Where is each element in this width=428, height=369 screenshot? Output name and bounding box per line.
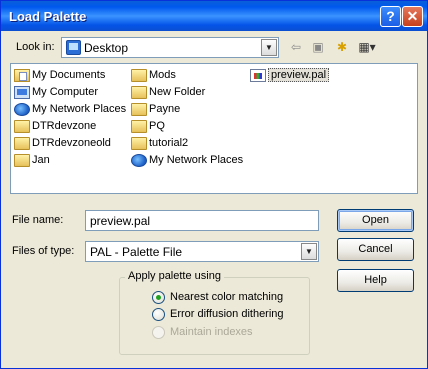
up-folder-icon[interactable]: ▣ xyxy=(309,39,327,55)
list-item[interactable]: Jan xyxy=(14,153,50,168)
folder-icon xyxy=(131,86,147,99)
folder-icon xyxy=(14,154,30,167)
palette-file-icon xyxy=(250,69,266,82)
radio-error-diffusion[interactable] xyxy=(152,308,165,321)
apply-palette-title: Apply palette using xyxy=(125,270,224,282)
list-item[interactable]: My Network Places xyxy=(131,153,243,168)
cancel-button[interactable]: Cancel xyxy=(337,238,414,261)
new-folder-icon[interactable]: ✱ xyxy=(333,39,351,55)
folder-icon xyxy=(131,69,147,82)
load-palette-dialog: Load Palette ? ✕ Look in: Desktop ▼ ⇦ ▣ … xyxy=(0,0,428,369)
network-places-icon xyxy=(131,154,147,167)
list-item[interactable]: My Documents xyxy=(14,68,105,83)
folder-icon xyxy=(131,103,147,116)
my-computer-icon xyxy=(14,86,30,99)
desktop-icon xyxy=(66,40,81,55)
file-name-input[interactable]: preview.pal xyxy=(85,210,319,231)
file-type-combo[interactable]: PAL - Palette File ▼ xyxy=(85,241,319,262)
title-bar[interactable]: Load Palette ? ✕ xyxy=(1,1,427,31)
list-item[interactable]: Payne xyxy=(131,102,180,117)
open-button[interactable]: Open xyxy=(337,209,414,232)
help-title-button[interactable]: ? xyxy=(380,6,401,27)
folder-icon xyxy=(131,137,147,150)
list-item[interactable]: DTRdevzoneold xyxy=(14,136,111,151)
chevron-down-icon[interactable]: ▼ xyxy=(301,243,317,260)
list-item[interactable]: tutorial2 xyxy=(131,136,188,151)
file-list[interactable]: My Documents My Computer My Network Plac… xyxy=(10,63,418,194)
look-in-combo[interactable]: Desktop ▼ xyxy=(61,37,279,58)
help-button[interactable]: Help xyxy=(337,269,414,292)
look-in-label: Look in: xyxy=(16,41,55,53)
list-item[interactable]: Mods xyxy=(131,68,176,83)
list-item[interactable]: PQ xyxy=(131,119,165,134)
list-item[interactable]: New Folder xyxy=(131,85,205,100)
folder-icon xyxy=(14,137,30,150)
back-icon[interactable]: ⇦ xyxy=(287,39,305,55)
file-name-label: File name: xyxy=(12,214,64,226)
list-item[interactable]: My Network Places xyxy=(14,102,126,117)
list-item[interactable]: My Computer xyxy=(14,85,98,100)
look-in-value: Desktop xyxy=(84,41,129,55)
radio-maintain-indexes-label: Maintain indexes xyxy=(170,326,253,338)
window-title: Load Palette xyxy=(9,9,87,24)
radio-maintain-indexes xyxy=(152,326,165,339)
file-type-value: PAL - Palette File xyxy=(90,245,183,259)
file-type-label: Files of type: xyxy=(12,245,75,257)
view-menu-icon[interactable]: ▦▾ xyxy=(355,39,379,55)
folder-icon xyxy=(14,120,30,133)
network-places-icon xyxy=(14,103,30,116)
my-documents-icon xyxy=(14,69,30,82)
chevron-down-icon[interactable]: ▼ xyxy=(261,39,277,56)
list-item[interactable]: DTRdevzone xyxy=(14,119,96,134)
list-item-selected[interactable]: preview.pal xyxy=(250,68,330,83)
folder-icon xyxy=(131,120,147,133)
close-button[interactable]: ✕ xyxy=(402,6,423,27)
radio-nearest-color[interactable] xyxy=(152,291,165,304)
radio-nearest-color-label[interactable]: Nearest color matching xyxy=(170,291,283,303)
radio-error-diffusion-label[interactable]: Error diffusion dithering xyxy=(170,308,284,320)
